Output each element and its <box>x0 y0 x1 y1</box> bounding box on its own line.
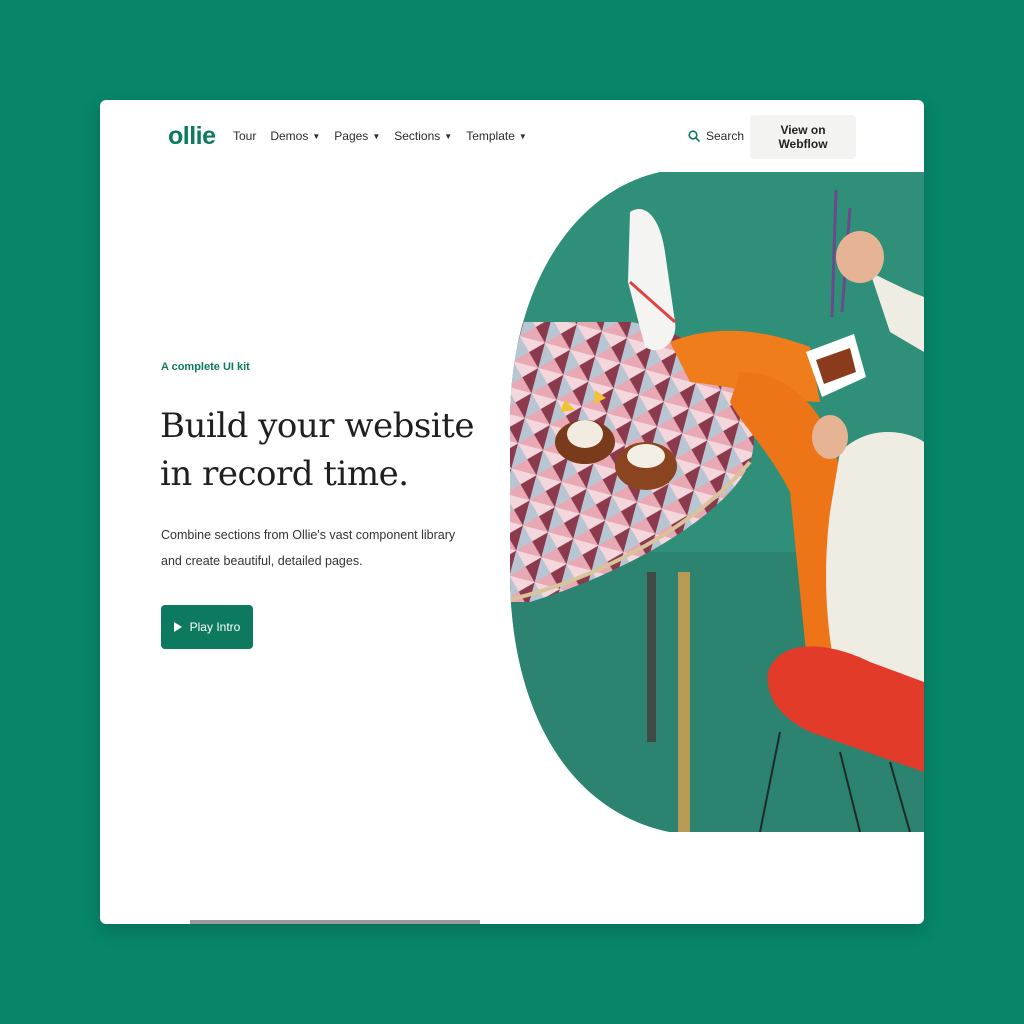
nav-item-tour[interactable]: Tour <box>233 129 256 143</box>
search-link[interactable]: Search <box>688 129 744 143</box>
page-card: ollie Tour Demos ▼ Pages ▼ Sections ▼ Te… <box>100 100 924 924</box>
caret-down-icon: ▼ <box>444 131 453 141</box>
nav-item-label: Pages <box>334 129 369 143</box>
nav-item-label: Sections <box>394 129 441 143</box>
hero-headline: Build your website in record time. <box>160 406 474 494</box>
hero-image <box>510 172 924 832</box>
play-intro-button[interactable]: Play Intro <box>161 605 253 649</box>
nav-item-template[interactable]: Template ▼ <box>466 129 527 143</box>
caret-down-icon: ▼ <box>372 131 381 141</box>
next-section-preview <box>190 920 480 924</box>
nav-item-pages[interactable]: Pages ▼ <box>334 129 380 143</box>
nav-item-demos[interactable]: Demos ▼ <box>270 129 320 143</box>
brand-logo[interactable]: ollie <box>168 122 216 151</box>
caret-down-icon: ▼ <box>312 131 321 141</box>
caret-down-icon: ▼ <box>518 131 527 141</box>
view-on-webflow-button[interactable]: View on Webflow <box>750 115 856 159</box>
search-label: Search <box>706 129 745 143</box>
hero-eyebrow: A complete UI kit <box>161 361 250 373</box>
nav-item-label: Demos <box>270 129 309 143</box>
nav-item-sections[interactable]: Sections ▼ <box>394 129 452 143</box>
search-icon <box>688 130 700 142</box>
play-icon <box>173 622 182 632</box>
hero-subtext: Combine sections from Ollie's vast compo… <box>161 528 456 568</box>
play-intro-label: Play Intro <box>189 620 241 634</box>
nav-item-label: Template <box>466 129 515 143</box>
main-nav: Tour Demos ▼ Pages ▼ Sections ▼ Template… <box>233 129 527 143</box>
nav-item-label: Tour <box>233 129 257 143</box>
